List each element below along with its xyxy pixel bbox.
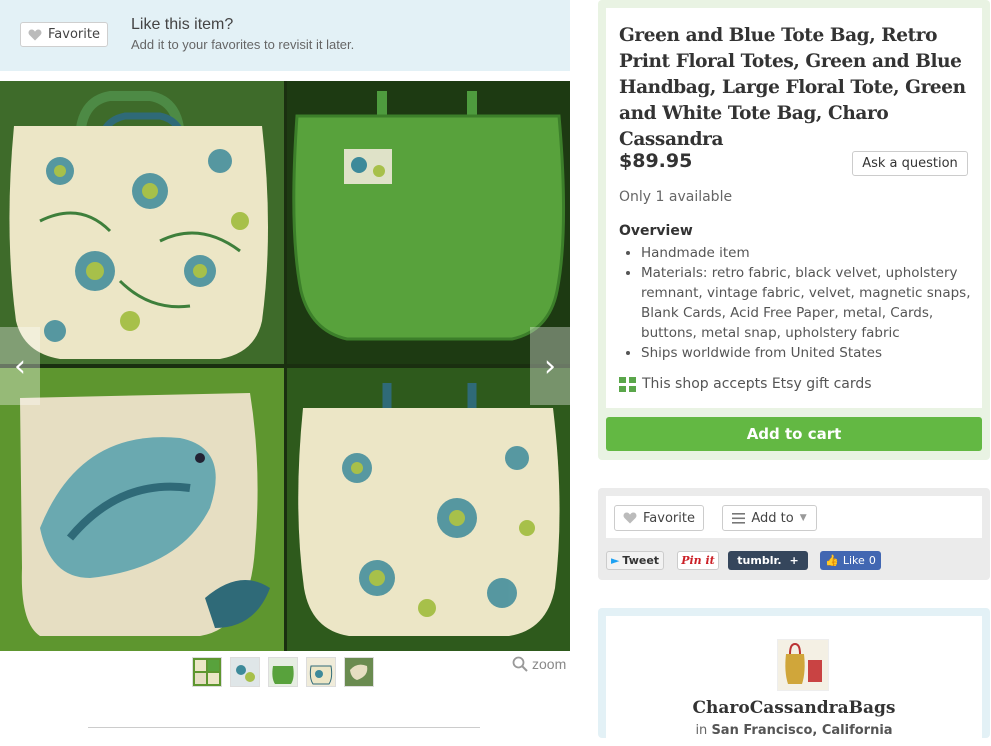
facebook-like-button[interactable]: 👍 Like 0 (820, 551, 881, 570)
location-prefix: in (695, 723, 708, 738)
gallery-image-floral-tote-2 (287, 368, 570, 651)
gift-card-icon (619, 376, 636, 392)
actions-row: Favorite Add to ▼ (606, 496, 982, 538)
caret-down-icon: ▼ (799, 513, 807, 523)
magnifier-icon (512, 656, 528, 672)
next-image-button[interactable]: › (530, 327, 570, 405)
location-text[interactable]: San Francisco, California (711, 723, 892, 738)
tumblr-label: tumblr. (737, 554, 782, 567)
thumbnail-strip (192, 657, 374, 689)
favorite-prompt-title: Like this item? (131, 16, 234, 33)
like-count: 0 (868, 554, 876, 567)
gift-card-text: This shop accepts Etsy gift cards (642, 376, 872, 392)
thumbnail[interactable] (306, 657, 336, 687)
zoom-link[interactable]: zoom (512, 656, 566, 672)
favorite-button-label: Favorite (48, 27, 100, 42)
overview-heading: Overview (619, 223, 693, 239)
listing-price: $89.95 (619, 150, 693, 172)
thumbnail[interactable] (344, 657, 374, 687)
gift-card-notice: This shop accepts Etsy gift cards (619, 376, 872, 392)
plus-icon: + (789, 554, 799, 567)
like-label: Like (842, 554, 865, 567)
chevron-right-icon: › (544, 348, 556, 384)
gallery-image-floral-tote (0, 81, 284, 364)
divider (88, 727, 480, 728)
chevron-left-icon: ‹ (14, 348, 26, 384)
overview-item: Handmade item (641, 243, 974, 263)
gallery-image-bird-closeup (0, 368, 284, 651)
overview-item: Ships worldwide from United States (641, 343, 974, 363)
add-to-cart-button[interactable]: Add to cart (606, 417, 982, 451)
tweet-label: Tweet (622, 554, 660, 567)
favorite-item-button[interactable]: Favorite (614, 505, 704, 531)
add-to-list-button[interactable]: Add to ▼ (722, 505, 817, 531)
shop-name[interactable]: CharoCassandraBags (606, 698, 982, 718)
thumbs-up-icon: 👍 (825, 554, 839, 567)
pin-it-button[interactable]: Pin it (677, 551, 719, 570)
thumbnail[interactable] (230, 657, 260, 687)
prev-image-button[interactable]: ‹ (0, 327, 40, 405)
list-icon (732, 512, 746, 524)
shop-avatar[interactable] (777, 639, 829, 691)
favorite-item-label: Favorite (643, 510, 695, 526)
twitter-bird-icon: ► (610, 554, 620, 567)
overview-item: Materials: retro fabric, black velvet, u… (641, 263, 974, 343)
zoom-label: zoom (532, 656, 567, 672)
heart-icon (623, 512, 637, 524)
overview-list: Handmade item Materials: retro fabric, b… (619, 243, 974, 363)
favorite-prompt: Favorite Like this item? Add it to your … (0, 0, 570, 71)
shop-location: in San Francisco, California (606, 723, 982, 738)
ask-question-button[interactable]: Ask a question (852, 151, 968, 176)
tweet-button[interactable]: ► Tweet (606, 551, 664, 570)
add-to-label: Add to (751, 510, 794, 526)
shop-card: CharoCassandraBags in San Francisco, Cal… (606, 616, 982, 746)
listing-details: Green and Blue Tote Bag, Retro Print Flo… (606, 8, 982, 408)
availability-text: Only 1 available (619, 189, 733, 205)
favorite-button[interactable]: Favorite (20, 22, 108, 47)
heart-icon (28, 29, 42, 40)
favorite-prompt-subtitle: Add it to your favorites to revisit it l… (131, 37, 355, 52)
listing-title: Green and Blue Tote Bag, Retro Print Flo… (619, 25, 966, 150)
image-gallery[interactable]: ‹ › (0, 81, 570, 651)
thumbnail[interactable] (192, 657, 222, 687)
shop-panel: CharoCassandraBags in San Francisco, Cal… (598, 608, 990, 746)
actions-panel: Favorite Add to ▼ ► Tweet Pin it tumblr.… (598, 488, 990, 580)
listing-panel: Green and Blue Tote Bag, Retro Print Flo… (598, 0, 990, 460)
gallery-image-green-tote (287, 81, 570, 364)
thumbnail[interactable] (268, 657, 298, 687)
tumblr-button[interactable]: tumblr. + (728, 551, 808, 570)
